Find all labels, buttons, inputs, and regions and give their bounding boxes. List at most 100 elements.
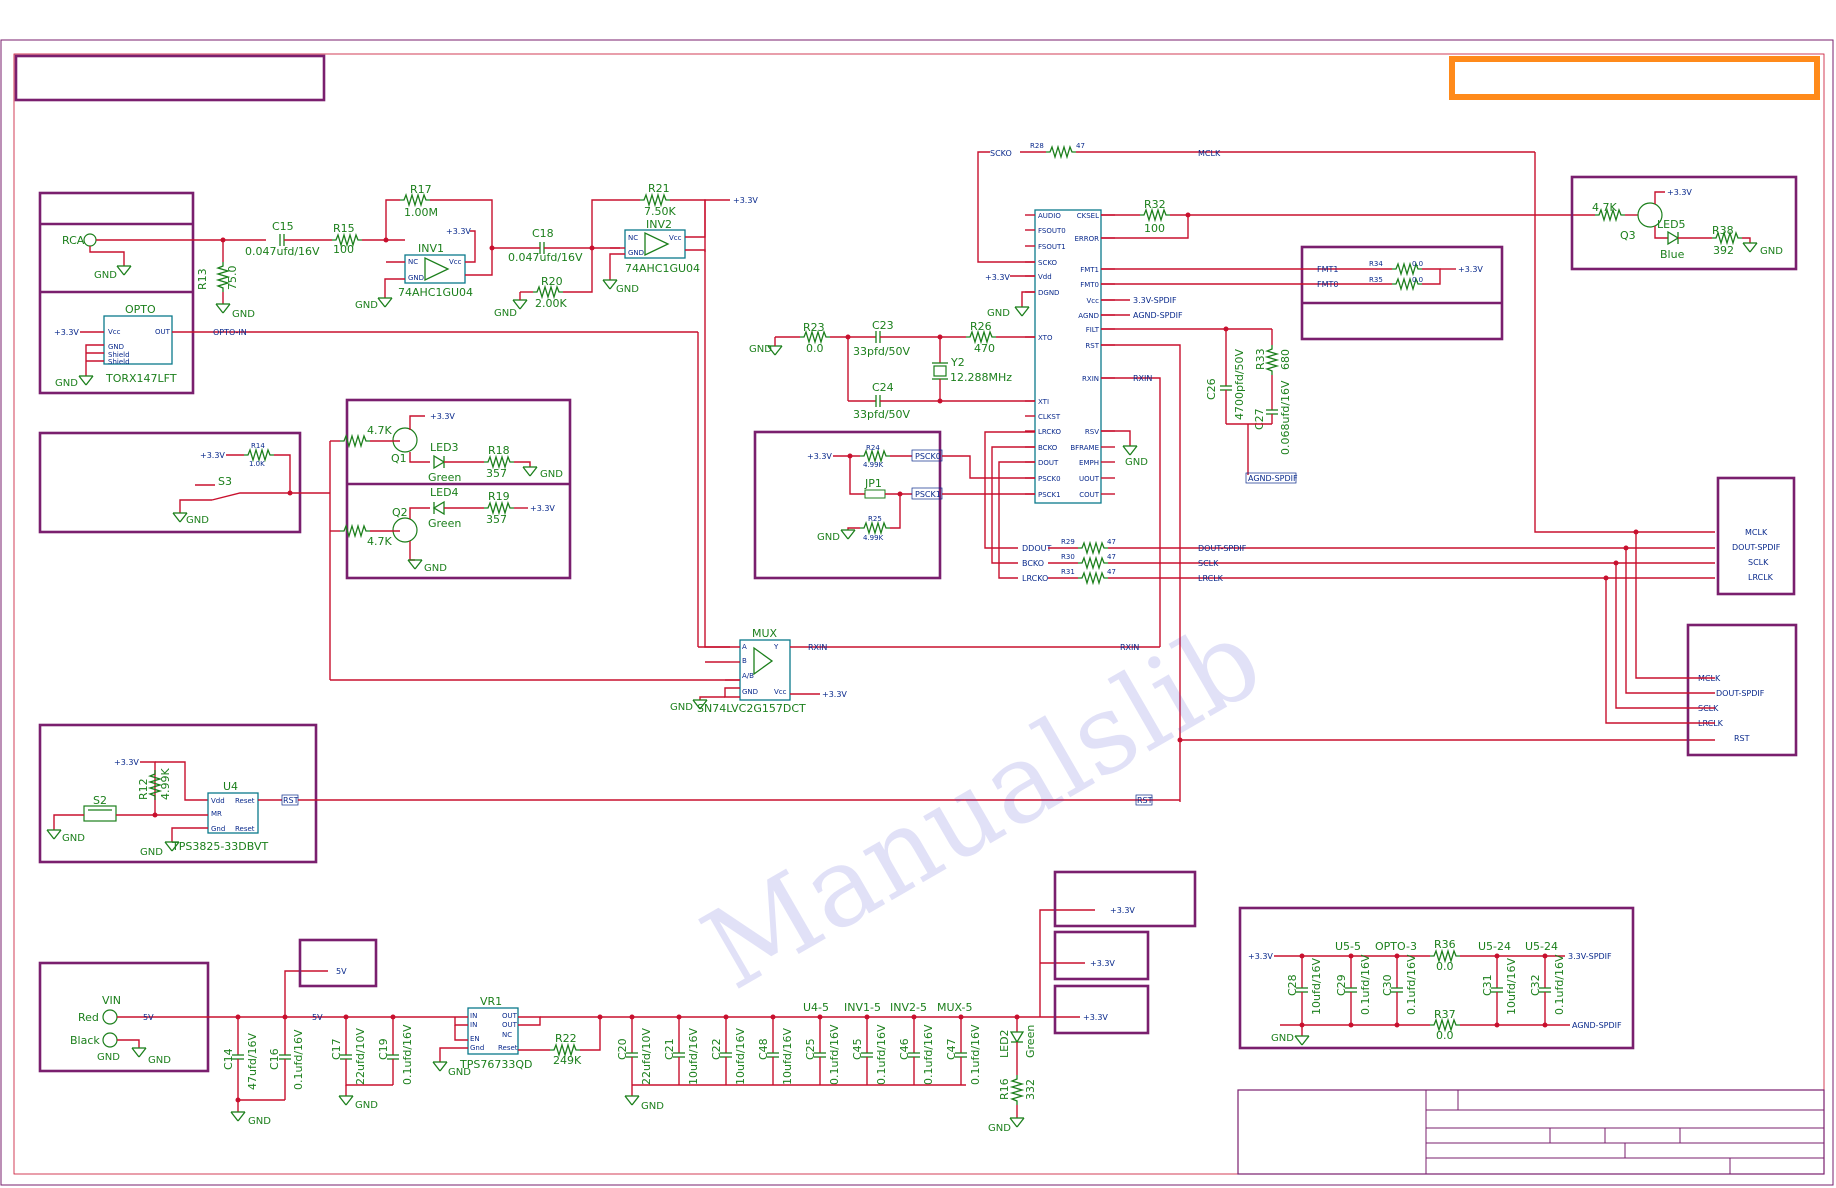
bypass-cap-ref: C45 (851, 1038, 864, 1060)
r35-value: 0.0 (1412, 276, 1423, 284)
sclk-pin: SCLK (1748, 558, 1769, 567)
bypass-capacitor-bank: C20 22ufd/10V C21 10ufd/16V C22 10ufd/16V C48 1… (616, 1014, 982, 1085)
r36-ref: R36 (1434, 938, 1456, 951)
v33-tp-box-2 (1053, 930, 1150, 981)
rst-pin-2: RST (1734, 734, 1750, 743)
r38-ref: R38 (1712, 224, 1734, 237)
svg-text:GND: GND (108, 343, 124, 351)
rca-label: RCA (62, 234, 85, 247)
bypass-cap-ref: C47 (945, 1038, 958, 1060)
u5-pin-label: FILT (1086, 326, 1100, 334)
r26-ref: R26 (970, 320, 992, 333)
gnd-label: GND (232, 309, 255, 320)
svg-text:OUT: OUT (502, 1021, 518, 1029)
mux-part: SN74LVC2G157DCT (697, 702, 806, 715)
svg-text:Reset: Reset (498, 1044, 518, 1052)
s3-ref: S3 (218, 475, 232, 488)
sclk-net: SCLK (1198, 559, 1219, 568)
r31-ref: R31 (1061, 568, 1075, 576)
v33-label: +3.3V (446, 227, 471, 236)
schematic: RCA GND GND R13 75.0 OPTO TORX147LFT Vcc… (0, 39, 1834, 1186)
agnd-net-2: AGND-SPDIF (1248, 474, 1298, 483)
v33-label: +3.3V (530, 504, 555, 513)
bypass-cap-value: 10ufd/16V (734, 1027, 747, 1085)
rst-net: RST (283, 796, 299, 805)
v33-tp-1: +3.3V (1110, 906, 1135, 915)
spdif-cap-ref: C31 (1481, 974, 1494, 996)
rxin-net: RXIN (808, 643, 827, 652)
c24-value: 33pfd/50V (853, 408, 911, 421)
c18-ref: C18 (532, 227, 554, 240)
gnd-label: GND (355, 1100, 378, 1111)
svg-text:NC: NC (502, 1031, 512, 1039)
v5-tp: 5V (336, 967, 347, 976)
r30-ref: R30 (1061, 553, 1075, 561)
q3-rb-value: 4.7K (1592, 201, 1617, 214)
lrcko-net: LRCKO (1022, 574, 1048, 583)
lrclk-pin: LRCLK (1748, 573, 1774, 582)
connector-1: MCLK DOUT-SPDIF SCLK LRCLK (1716, 476, 1796, 596)
gnd-label: GND (1760, 246, 1783, 257)
scko-net: SCKO (990, 149, 1012, 158)
r14-ref: R14 (251, 442, 265, 450)
svg-text:IN: IN (470, 1021, 477, 1029)
v33spdif-net: 3.3V-SPDIF (1133, 296, 1177, 305)
r35-ref: R35 (1369, 276, 1383, 284)
r23-value: 0.0 (806, 342, 824, 355)
gnd-label: GND (817, 532, 840, 543)
u5-pin-label: UOUT (1079, 475, 1100, 483)
inv1-ref: INV1 (418, 242, 444, 255)
u524a-label: U5-24 (1478, 940, 1511, 953)
fmt-block: FMT1 FMT0 R34 R35 0.0 0.0 +3.3V (1101, 245, 1504, 341)
u5-pin-label: CLKST (1038, 413, 1061, 421)
r15-value: 100 (333, 243, 354, 256)
psck1-net: PSCK1 (915, 490, 941, 499)
inv25-label: INV2-5 (890, 1001, 927, 1014)
r20-ref: R20 (541, 275, 563, 288)
c23-ref: C23 (872, 319, 894, 332)
gnd-label: GND (988, 1123, 1011, 1134)
u5-pin-label: RXIN (1082, 375, 1099, 383)
u5-pin-label: Vcc (1087, 297, 1100, 305)
bypass-cap-value: 0.1ufd/16V (875, 1024, 888, 1085)
svg-text:Gnd: Gnd (211, 825, 225, 833)
svg-text:GND: GND (628, 249, 644, 257)
svg-text:B: B (742, 657, 747, 665)
svg-text:Reset: Reset (235, 797, 255, 805)
r33-ref: R33 (1254, 348, 1267, 370)
gnd-label: GND (140, 847, 163, 858)
r19-ref: R19 (488, 490, 510, 503)
inv2-part: 74AHC1GU04 (625, 262, 700, 275)
r37-value: 0.0 (1436, 1029, 1454, 1042)
bypass-cap-ref: C20 (616, 1038, 629, 1060)
gnd-label: GND (749, 344, 772, 355)
y2-ref: Y2 (950, 356, 965, 369)
r21-value: 7.50K (644, 205, 676, 218)
v33-label: +3.3V (1667, 188, 1692, 197)
r28-ref: R28 (1030, 142, 1044, 150)
r13-value: 75.0 (226, 266, 239, 291)
gnd-label: GND (494, 308, 517, 319)
v33-label: +3.3V (200, 451, 225, 460)
vr1-regulator: VR1 TPS76733QD ININ ENGnd OUTOUT NCReset… (432, 995, 550, 1078)
spdif-supply-block: +3.3V 3.3V-SPDIF R36 0.0 AGND-SPDIF R37 … (1238, 906, 1635, 1050)
r34-ref: R34 (1369, 260, 1383, 268)
vin-black-label: Black (70, 1034, 100, 1047)
v33-label: +3.3V (114, 758, 139, 767)
opto-in-net: OPTO-IN (213, 328, 247, 337)
r30-value: 47 (1107, 553, 1116, 561)
spdif-cap-value: 0.1ufd/16V (1553, 954, 1566, 1015)
q1-transistor (392, 427, 418, 453)
q1-rb-value: 4.7K (367, 424, 392, 437)
gnd-label: GND (987, 308, 1010, 319)
spdif-cap-value: 0.1ufd/16V (1405, 954, 1418, 1015)
r21-ref: R21 (648, 182, 670, 195)
rxin-net-3: RXIN (1133, 374, 1152, 383)
u5-pin-label: XTO (1038, 334, 1053, 342)
c27-value: 0.068ufd/16V (1279, 380, 1292, 455)
u5-pin-label: Vdd (1038, 273, 1052, 281)
v33-tp-2: +3.3V (1090, 959, 1115, 968)
r18-value: 357 (486, 467, 507, 480)
u5-pin-label: PSCK1 (1038, 491, 1061, 499)
u5-pin-label: AGND (1078, 312, 1099, 320)
